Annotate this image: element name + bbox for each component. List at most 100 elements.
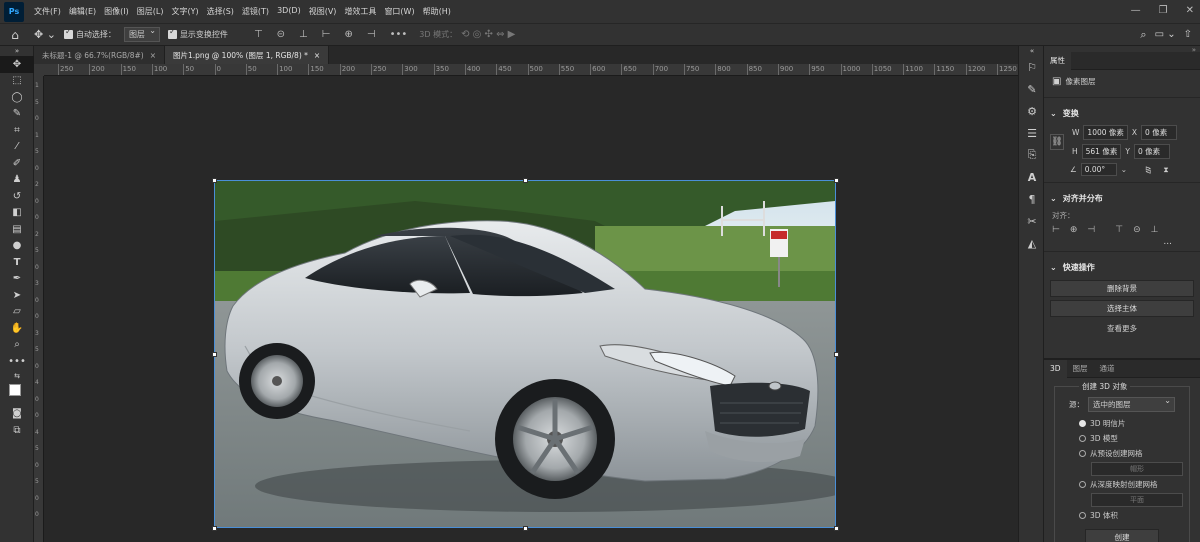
tab-channels[interactable]: 通道	[1094, 360, 1121, 378]
remove-background-button[interactable]: 删除背景	[1050, 280, 1194, 297]
share-icon[interactable]: ⇧	[1184, 29, 1192, 40]
show-transform-checkbox[interactable]: 显示变换控件	[164, 24, 232, 45]
option-postcard[interactable]: 3D 明信片	[1055, 416, 1189, 431]
brush-settings-icon[interactable]: ✎	[1019, 78, 1045, 100]
align-bottom-edges-icon[interactable]: ⊥	[1151, 225, 1159, 235]
transform-handle-middle-left[interactable]	[212, 352, 217, 357]
angle-field[interactable]: 0.00°	[1080, 163, 1117, 176]
crop-tool-icon[interactable]: ⌗	[0, 122, 34, 139]
flip-horizontal-icon[interactable]: ⧎	[1145, 165, 1151, 174]
orbit-3d-icon[interactable]: ⟲ ◎ ✣ ⇔ ▶	[457, 29, 519, 40]
tab-properties[interactable]: 属性	[1044, 51, 1071, 70]
tools-settings-icon[interactable]: ✂	[1019, 210, 1045, 232]
align-top-icon[interactable]: ⊤	[250, 29, 267, 40]
gradient-tool-icon[interactable]: ▤	[0, 221, 34, 238]
more-align-options-icon[interactable]: ...	[1044, 237, 1200, 247]
brush-tool-icon[interactable]: ✐	[0, 155, 34, 172]
menu-item[interactable]: 文件(F)	[30, 6, 65, 17]
hand-tool-icon[interactable]: ✋	[0, 320, 34, 337]
menu-item[interactable]: 图像(I)	[100, 6, 133, 17]
menu-item[interactable]: 帮助(H)	[419, 6, 455, 17]
search-icon[interactable]: ⌕	[1140, 28, 1146, 42]
height-field[interactable]: 561 像素	[1081, 144, 1122, 159]
depth-mesh-field[interactable]: 平面	[1091, 493, 1183, 507]
minimize-icon[interactable]: —	[1131, 5, 1141, 16]
app-logo[interactable]: Ps	[4, 1, 24, 22]
option-model[interactable]: 3D 模型	[1055, 431, 1189, 446]
transform-handle-bottom-left[interactable]	[212, 526, 217, 531]
pen-tool-icon[interactable]: ✒	[0, 271, 34, 288]
channels-panel-icon[interactable]: ☰	[1019, 122, 1045, 144]
align-hcenter-icon[interactable]: ⊕	[340, 29, 356, 40]
x-field[interactable]: 0 像素	[1141, 125, 1178, 140]
align-hcenters-icon[interactable]: ⊕	[1070, 225, 1078, 235]
transform-section[interactable]: ⌄ 变换	[1044, 102, 1200, 123]
transform-handle-middle-right[interactable]	[834, 352, 839, 357]
transform-handle-top-left[interactable]	[212, 178, 217, 183]
view-more-link[interactable]: 查看更多	[1044, 320, 1200, 337]
menu-item[interactable]: 3D(D)	[273, 6, 305, 17]
tab-layers[interactable]: 图层	[1067, 360, 1094, 378]
lasso-tool-icon[interactable]: ◯	[0, 89, 34, 106]
menu-item[interactable]: 滤镜(T)	[238, 6, 273, 17]
close-icon[interactable]: ✕	[1186, 5, 1194, 16]
menu-item[interactable]: 增效工具	[340, 6, 380, 17]
screen-mode-icon[interactable]: ⧉	[0, 422, 34, 439]
ruler-corner[interactable]	[34, 64, 44, 76]
align-top-edges-icon[interactable]: ⊤	[1115, 225, 1123, 235]
eraser-tool-icon[interactable]: ◧	[0, 205, 34, 222]
close-tab-icon[interactable]: ×	[314, 51, 320, 60]
menu-item[interactable]: 文字(Y)	[167, 6, 202, 17]
character-panel-icon[interactable]: A	[1019, 166, 1045, 188]
option-preset-mesh[interactable]: 从预设创建网格	[1055, 446, 1189, 461]
option-volume[interactable]: 3D 体积	[1055, 508, 1189, 523]
transform-handle-top-right[interactable]	[834, 178, 839, 183]
align-left-edges-icon[interactable]: ⊢	[1052, 225, 1060, 235]
transform-handle-bottom-center[interactable]	[523, 526, 528, 531]
vertical-ruler[interactable]: 1 5 0 1 5 0 2 0 0 2 5 0 3 0 0 3 5 0 4 0 0 4 5 0 5 0 0	[34, 76, 44, 542]
close-tab-icon[interactable]: ×	[150, 51, 156, 60]
swap-colors-icon[interactable]: ⇆	[0, 370, 34, 382]
menu-item[interactable]: 图层(L)	[133, 6, 168, 17]
expand-panels-icon[interactable]: «	[1019, 46, 1045, 56]
move-tool-preset-icon[interactable]: ✥ ⌄	[30, 24, 60, 45]
dodge-tool-icon[interactable]: ●	[0, 238, 34, 255]
width-field[interactable]: 1000 像素	[1083, 125, 1128, 140]
collapse-toolbar-icon[interactable]: »	[0, 46, 34, 56]
transform-handle-top-center[interactable]	[523, 178, 528, 183]
color-swatches[interactable]	[0, 382, 34, 406]
create-3d-button[interactable]: 创建	[1085, 529, 1159, 542]
menu-item[interactable]: 视图(V)	[305, 6, 341, 17]
adjustments-icon[interactable]: ⚙	[1019, 100, 1045, 122]
preset-mesh-field[interactable]: 帽形	[1091, 462, 1183, 476]
eyedropper-tool-icon[interactable]: ⁄	[0, 139, 34, 156]
link-dimensions-icon[interactable]: ⛓	[1050, 134, 1064, 150]
styles-panel-icon[interactable]: ◭	[1019, 232, 1045, 254]
menu-item[interactable]: 编辑(E)	[65, 6, 100, 17]
more-options-icon[interactable]: •••	[386, 29, 412, 40]
workspace-icon[interactable]: ▭ ⌄	[1155, 29, 1176, 40]
foreground-color-swatch[interactable]	[9, 383, 21, 396]
history-brush-icon[interactable]: ↺	[0, 188, 34, 205]
history-panel-icon[interactable]: ⚐	[1019, 56, 1045, 78]
align-bottom-icon[interactable]: ⊥	[295, 29, 312, 40]
car-image[interactable]	[214, 180, 836, 528]
align-right-edges-icon[interactable]: ⊣	[1087, 225, 1095, 235]
align-left-icon[interactable]: ⊢	[318, 29, 335, 40]
auto-select-dropdown[interactable]: 图层	[123, 26, 160, 42]
angle-dropdown-icon[interactable]: ⌄	[1121, 165, 1127, 174]
paragraph-panel-icon[interactable]: ¶	[1019, 188, 1045, 210]
menu-item[interactable]: 窗口(W)	[380, 6, 418, 17]
y-field[interactable]: 0 像素	[1133, 144, 1170, 159]
restore-icon[interactable]: ❐	[1159, 5, 1168, 16]
align-section[interactable]: ⌄ 对齐并分布	[1044, 187, 1200, 208]
actions-panel-icon[interactable]: ⎘	[1019, 144, 1045, 166]
type-tool-icon[interactable]: T	[0, 254, 34, 271]
option-depth-mesh[interactable]: 从深度映射创建网格	[1055, 477, 1189, 492]
stamp-tool-icon[interactable]: ♟	[0, 172, 34, 189]
quick-mask-icon[interactable]: ◙	[0, 406, 34, 423]
tab-untitled[interactable]: 未标题-1 @ 66.7%(RGB/8#) ×	[34, 46, 165, 64]
align-right-icon[interactable]: ⊣	[363, 29, 380, 40]
horizontal-ruler[interactable]: 250 200 150 100 50 0 50 100 150 200 250 300 350 400 45…	[44, 64, 1040, 76]
tab-image1[interactable]: 图片1.png @ 100% (图层 1, RGB/8) * ×	[164, 46, 330, 64]
